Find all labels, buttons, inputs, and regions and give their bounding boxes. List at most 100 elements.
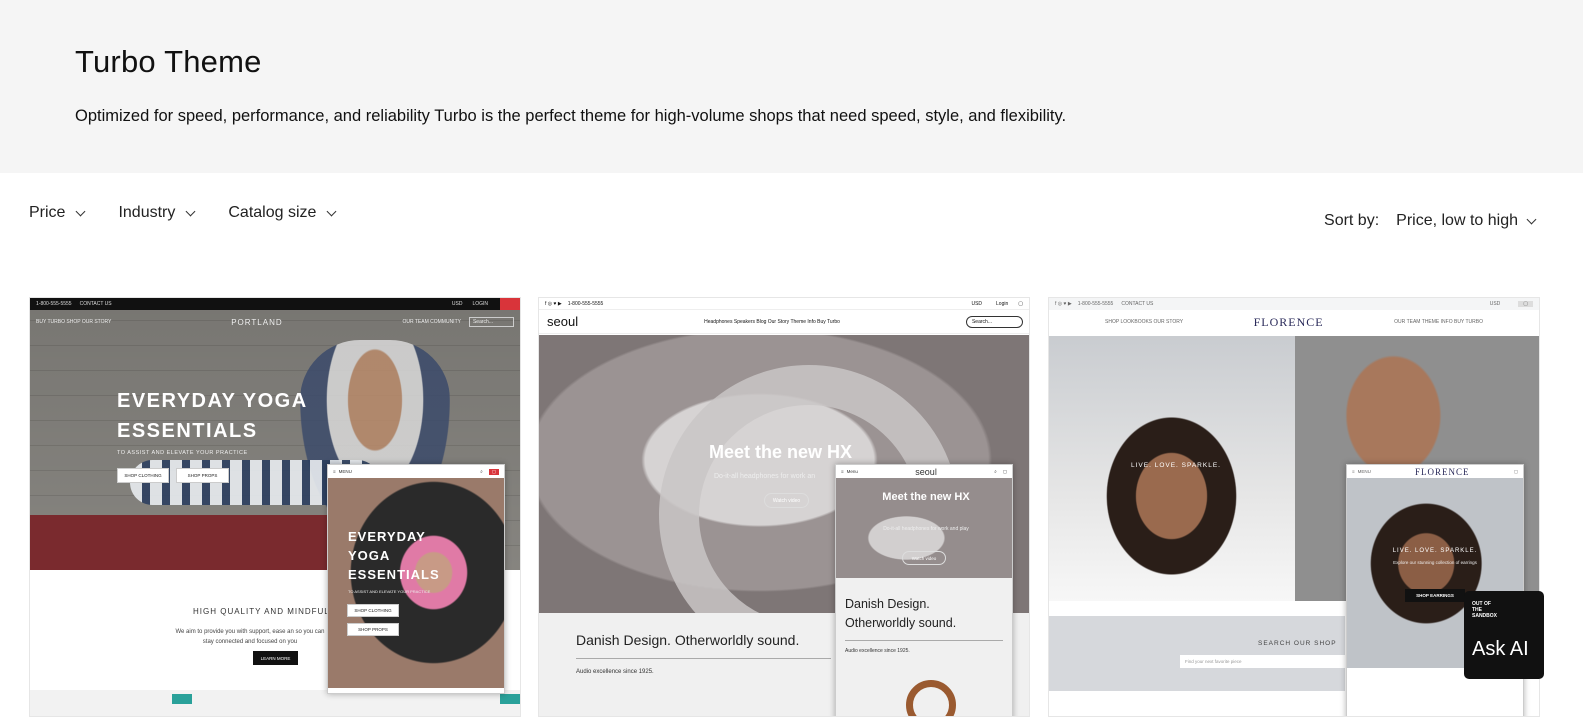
preview-logo: FLORENCE	[1253, 314, 1324, 329]
social-icons: f ◎ ♥ ▶	[1055, 301, 1072, 307]
sandbox-logo: OUT OF THE SANDBOX	[1472, 601, 1536, 619]
mobile-bar: ≡ MENU ⌕ ▢	[328, 465, 504, 478]
theme-header: Turbo Theme Optimized for speed, perform…	[0, 0, 1583, 173]
theme-description: Optimized for speed, performance, and re…	[75, 107, 1067, 125]
preview-btn-props: SHOP PROPS	[176, 468, 229, 483]
mobile-hero-sub: Explore our stunning collection of earri…	[1393, 560, 1477, 565]
preview-nav-items: Headphones Speakers Blog Our Story Theme…	[704, 318, 840, 325]
preview-nav-left: BUY TURBO SHOP OUR STORY	[36, 319, 112, 325]
mobile-hero-title: EVERYDAY YOGA ESSENTIALS	[348, 527, 440, 584]
sort-select[interactable]: Price, low to high	[1396, 212, 1537, 230]
theme-card-seoul[interactable]: f ◎ ♥ ▶ 1-800-555-5555 USD Login ▢ seoul…	[538, 297, 1030, 717]
sort-label: Sort by:	[1324, 212, 1380, 229]
preview-phone: 1-800-555-5555	[567, 300, 604, 307]
mobile-btn-props: SHOP PROPS	[347, 623, 399, 636]
page-title: Turbo Theme	[75, 44, 262, 79]
filter-bar: Price Industry Catalog size	[29, 204, 369, 222]
mobile-hero-tag: LIVE. LOVE. SPARKLE.	[1392, 548, 1478, 554]
search-icon: ⌕	[994, 469, 997, 474]
mobile-title-line: EVERYDAY	[348, 529, 426, 544]
filter-price[interactable]: Price	[29, 204, 86, 222]
new-badge	[500, 694, 520, 704]
cart-icon: ▢	[1018, 300, 1023, 307]
preview-learn-more: LEARN MORE	[253, 651, 298, 665]
mobile-hero-button: SHOP EARRINGS	[1405, 589, 1465, 602]
sandbox-logo-text: OUT OF THE SANDBOX	[1472, 601, 1498, 619]
ask-ai-label: Ask AI	[1472, 638, 1529, 660]
filter-industry-label: Industry	[118, 204, 176, 221]
filter-catalog-size[interactable]: Catalog size	[228, 204, 337, 222]
preview-lower-title: HIGH QUALITY AND MINDFUL PR	[193, 607, 346, 616]
preview-nav: BUY TURBO SHOP OUR STORY PORTLAND OUR TE…	[30, 310, 520, 334]
mobile-hero-sub: TO ASSIST AND ELEVATE YOUR PRACTICE	[348, 589, 431, 594]
ask-ai-button[interactable]: OUT OF THE SANDBOX Ask AI	[1464, 591, 1544, 679]
sort-control: Sort by: Price, low to high	[1324, 212, 1537, 230]
filter-industry[interactable]: Industry	[118, 204, 196, 222]
new-badge	[172, 694, 192, 704]
preview-topbar: f ◎ ♥ ▶ 1-800-555-5555 USD Login ▢	[539, 298, 1029, 310]
preview-phone: 1-800-555-5555	[1077, 301, 1114, 307]
mobile-hero-button: Watch video	[902, 551, 946, 565]
mobile-bar: ≡ MENU FLORENCE ▢	[1347, 465, 1523, 478]
mobile-menu-label: Menu	[846, 469, 858, 474]
preview-product-strip	[30, 690, 520, 716]
preview-hero-title: EVERYDAY YOGA ESSENTIALS	[117, 386, 308, 446]
cart-icon: ▢	[1518, 301, 1533, 307]
mobile-logo: FLORENCE	[1415, 466, 1470, 477]
preview-lower-title: Danish Design. Otherworldly sound.	[576, 632, 800, 648]
preview-currency: USD	[971, 300, 983, 307]
mobile-menu-label: MENU	[338, 469, 352, 474]
hero-line-1: EVERYDAY YOGA	[117, 390, 308, 412]
preview-btn-clothing: SHOP CLOTHING	[117, 468, 169, 483]
preview-logo: seoul	[547, 314, 579, 329]
preview-hero-title: Meet the new HX	[709, 442, 853, 462]
yoga-mat	[30, 515, 330, 570]
preview-hero-button: Watch video	[764, 493, 809, 508]
mobile-bar: ≡ Menu seoul ⌕ ▢	[836, 465, 1012, 478]
search-icon: ⌕	[480, 469, 483, 474]
preview-search: Search...	[468, 317, 514, 327]
preview-phone: 1-800-555-5555	[36, 301, 72, 307]
preview-currency: USD	[1489, 301, 1501, 307]
preview-lower-text: We aim to provide you with support, ease…	[175, 629, 325, 645]
preview-hero-tag: LIVE. LOVE. SPARKLE.	[1131, 462, 1221, 469]
mobile-hero-sub: Do-it-all headphones for work and play	[883, 526, 969, 532]
mobile-preview: ≡ Menu seoul ⌕ ▢ Meet the new HX Do-it-al…	[835, 464, 1013, 716]
mobile-btn-clothing: SHOP CLOTHING	[347, 604, 399, 617]
preview-search-input: Find your next favorite piece	[1180, 655, 1347, 668]
filter-catalog-size-label: Catalog size	[228, 204, 317, 221]
preview-nav-right: OUR TEAM COMMUNITY	[402, 319, 461, 325]
preview-topbar: 1-800-555-5555 CONTACT US USD LOGIN	[30, 298, 520, 310]
mobile-lower-title: Danish Design. Otherworldly sound.	[845, 597, 957, 630]
preview-currency: USD	[451, 301, 463, 307]
preview-contact: CONTACT US	[79, 301, 112, 307]
preview-search: Search...	[965, 315, 1023, 328]
chevron-down-icon	[326, 206, 337, 216]
mobile-preview: ≡ MENU ⌕ ▢ EVERYDAY YOGA ESSENTIALS TO AS…	[327, 464, 505, 694]
mobile-title-line: ESSENTIALS	[348, 567, 440, 582]
preview-search-section	[1049, 616, 1345, 691]
cart-icon: ▢	[488, 468, 499, 475]
sort-value: Price, low to high	[1396, 212, 1518, 229]
cart-icon: ▢	[1513, 468, 1518, 474]
divider	[576, 658, 831, 659]
preview-logo: PORTLAND	[231, 317, 283, 327]
preview-nav: seoul Headphones Speakers Blog Our Story…	[539, 310, 1029, 334]
preview-lower-sub: Audio excellence since 1925.	[576, 669, 654, 675]
theme-card-portland[interactable]: 1-800-555-5555 CONTACT US USD LOGIN BUY …	[29, 297, 521, 717]
hero-line-2: ESSENTIALS	[117, 420, 258, 442]
mobile-logo: seoul	[915, 466, 937, 477]
cart-icon	[500, 298, 520, 310]
preview-contact: CONTACT US	[1121, 301, 1154, 307]
chevron-down-icon	[1526, 214, 1537, 224]
mobile-title-line: YOGA	[348, 548, 391, 563]
cart-icon: ▢	[1002, 468, 1007, 474]
preview-hero-sub: Do-it-all headphones for work an	[714, 473, 816, 480]
preview-nav-left: SHOP LOOKBOOKS OUR STORY	[1105, 319, 1184, 325]
preview-hero-sub: TO ASSIST AND ELEVATE YOUR PRACTICE	[117, 450, 248, 456]
preview-search-title: SEARCH OUR SHOP	[1258, 640, 1337, 647]
preview-login: Login	[996, 300, 1009, 307]
model-portrait	[1089, 396, 1239, 596]
chevron-down-icon	[76, 206, 86, 216]
preview-nav-right: OUR TEAM THEME INFO BUY TURBO	[1394, 319, 1483, 325]
